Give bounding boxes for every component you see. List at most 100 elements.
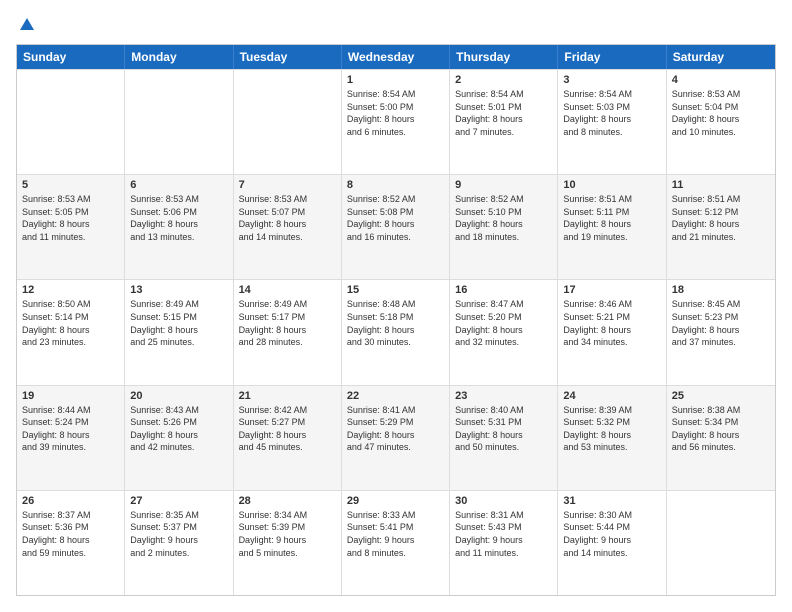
day-number: 15	[347, 284, 444, 296]
cal-cell: 6Sunrise: 8:53 AM Sunset: 5:06 PM Daylig…	[125, 175, 233, 279]
cal-cell: 22 Sunrise: 8:41 AM Sunset: 5:29 PM Dayli…	[342, 386, 450, 490]
header-cell-saturday: Saturday	[667, 45, 775, 69]
day-info: Sunrise: 8:41 AM Sunset: 5:29 PM Dayligh…	[347, 404, 444, 454]
cal-cell: 25 Sunrise: 8:38 AM Sunset: 5:34 PM Dayli…	[667, 386, 775, 490]
day-info: Sunrise: 8:51 AM Sunset: 5:12 PM Dayligh…	[672, 193, 770, 243]
cal-cell: 3 Sunrise: 8:54 AM Sunset: 5:03 PM Daylig…	[558, 70, 666, 174]
day-number: 5	[22, 179, 119, 191]
day-number: 4	[672, 74, 770, 86]
day-info: Sunrise: 8:35 AM Sunset: 5:37 PM Dayligh…	[130, 509, 227, 559]
header-cell-sunday: Sunday	[17, 45, 125, 69]
day-info: Sunrise: 8:54 AM Sunset: 5:00 PM Dayligh…	[347, 88, 444, 138]
cal-cell: 15 Sunrise: 8:48 AM Sunset: 5:18 PM Dayli…	[342, 280, 450, 384]
day-number: 6	[130, 179, 227, 191]
day-number: 16	[455, 284, 552, 296]
cal-cell: 13 Sunrise: 8:49 AM Sunset: 5:15 PM Dayli…	[125, 280, 233, 384]
logo-icon	[18, 16, 36, 34]
cal-cell: 19Sunrise: 8:44 AM Sunset: 5:24 PM Dayli…	[17, 386, 125, 490]
week-row-5: 26 Sunrise: 8:37 AM Sunset: 5:36 PM Dayli…	[17, 490, 775, 595]
week-row-4: 19Sunrise: 8:44 AM Sunset: 5:24 PM Dayli…	[17, 385, 775, 490]
cal-cell: 30 Sunrise: 8:31 AM Sunset: 5:43 PM Dayli…	[450, 491, 558, 595]
cal-cell: 4 Sunrise: 8:53 AM Sunset: 5:04 PM Daylig…	[667, 70, 775, 174]
day-info: Sunrise: 8:31 AM Sunset: 5:43 PM Dayligh…	[455, 509, 552, 559]
day-number: 2	[455, 74, 552, 86]
day-number: 26	[22, 495, 119, 507]
day-number: 13	[130, 284, 227, 296]
day-info: Sunrise: 8:44 AM Sunset: 5:24 PM Dayligh…	[22, 404, 119, 454]
day-number: 22	[347, 390, 444, 402]
day-info: Sunrise: 8:45 AM Sunset: 5:23 PM Dayligh…	[672, 298, 770, 348]
calendar-header: SundayMondayTuesdayWednesdayThursdayFrid…	[17, 45, 775, 69]
cal-cell: 5 Sunrise: 8:53 AM Sunset: 5:05 PM Daylig…	[17, 175, 125, 279]
day-info: Sunrise: 8:48 AM Sunset: 5:18 PM Dayligh…	[347, 298, 444, 348]
day-number: 8	[347, 179, 444, 191]
day-info: Sunrise: 8:52 AM Sunset: 5:10 PM Dayligh…	[455, 193, 552, 243]
day-info: Sunrise: 8:46 AM Sunset: 5:21 PM Dayligh…	[563, 298, 660, 348]
cal-cell	[234, 70, 342, 174]
cal-cell: 27 Sunrise: 8:35 AM Sunset: 5:37 PM Dayli…	[125, 491, 233, 595]
day-info: Sunrise: 8:51 AM Sunset: 5:11 PM Dayligh…	[563, 193, 660, 243]
cal-cell: 2 Sunrise: 8:54 AM Sunset: 5:01 PM Daylig…	[450, 70, 558, 174]
day-info: Sunrise: 8:39 AM Sunset: 5:32 PM Dayligh…	[563, 404, 660, 454]
cal-cell: 24 Sunrise: 8:39 AM Sunset: 5:32 PM Dayli…	[558, 386, 666, 490]
day-number: 20	[130, 390, 227, 402]
day-info: Sunrise: 8:54 AM Sunset: 5:03 PM Dayligh…	[563, 88, 660, 138]
day-number: 14	[239, 284, 336, 296]
week-row-3: 12Sunrise: 8:50 AM Sunset: 5:14 PM Dayli…	[17, 279, 775, 384]
day-number: 27	[130, 495, 227, 507]
day-number: 24	[563, 390, 660, 402]
day-number: 30	[455, 495, 552, 507]
day-number: 12	[22, 284, 119, 296]
day-number: 23	[455, 390, 552, 402]
day-number: 1	[347, 74, 444, 86]
cal-cell: 18 Sunrise: 8:45 AM Sunset: 5:23 PM Dayli…	[667, 280, 775, 384]
header-cell-wednesday: Wednesday	[342, 45, 450, 69]
cal-cell: 7 Sunrise: 8:53 AM Sunset: 5:07 PM Daylig…	[234, 175, 342, 279]
day-info: Sunrise: 8:53 AM Sunset: 5:07 PM Dayligh…	[239, 193, 336, 243]
cal-cell: 16Sunrise: 8:47 AM Sunset: 5:20 PM Dayli…	[450, 280, 558, 384]
cal-cell: 10Sunrise: 8:51 AM Sunset: 5:11 PM Dayli…	[558, 175, 666, 279]
cal-cell: 23 Sunrise: 8:40 AM Sunset: 5:31 PM Dayli…	[450, 386, 558, 490]
cal-cell: 11 Sunrise: 8:51 AM Sunset: 5:12 PM Dayli…	[667, 175, 775, 279]
calendar: SundayMondayTuesdayWednesdayThursdayFrid…	[16, 44, 776, 596]
cal-cell	[17, 70, 125, 174]
cal-cell: 14Sunrise: 8:49 AM Sunset: 5:17 PM Dayli…	[234, 280, 342, 384]
day-number: 29	[347, 495, 444, 507]
calendar-body: 1 Sunrise: 8:54 AM Sunset: 5:00 PM Daylig…	[17, 69, 775, 595]
header	[16, 16, 776, 34]
day-number: 11	[672, 179, 770, 191]
week-row-2: 5 Sunrise: 8:53 AM Sunset: 5:05 PM Daylig…	[17, 174, 775, 279]
header-cell-tuesday: Tuesday	[234, 45, 342, 69]
cal-cell: 28Sunrise: 8:34 AM Sunset: 5:39 PM Dayli…	[234, 491, 342, 595]
day-number: 28	[239, 495, 336, 507]
day-info: Sunrise: 8:40 AM Sunset: 5:31 PM Dayligh…	[455, 404, 552, 454]
day-info: Sunrise: 8:33 AM Sunset: 5:41 PM Dayligh…	[347, 509, 444, 559]
day-number: 9	[455, 179, 552, 191]
page: SundayMondayTuesdayWednesdayThursdayFrid…	[0, 0, 792, 612]
day-number: 18	[672, 284, 770, 296]
cal-cell: 12Sunrise: 8:50 AM Sunset: 5:14 PM Dayli…	[17, 280, 125, 384]
header-cell-thursday: Thursday	[450, 45, 558, 69]
header-cell-monday: Monday	[125, 45, 233, 69]
cal-cell: 26 Sunrise: 8:37 AM Sunset: 5:36 PM Dayli…	[17, 491, 125, 595]
cal-cell: 9 Sunrise: 8:52 AM Sunset: 5:10 PM Daylig…	[450, 175, 558, 279]
day-info: Sunrise: 8:30 AM Sunset: 5:44 PM Dayligh…	[563, 509, 660, 559]
day-info: Sunrise: 8:49 AM Sunset: 5:15 PM Dayligh…	[130, 298, 227, 348]
cal-cell: 1 Sunrise: 8:54 AM Sunset: 5:00 PM Daylig…	[342, 70, 450, 174]
day-number: 7	[239, 179, 336, 191]
day-info: Sunrise: 8:53 AM Sunset: 5:05 PM Dayligh…	[22, 193, 119, 243]
day-number: 21	[239, 390, 336, 402]
day-info: Sunrise: 8:38 AM Sunset: 5:34 PM Dayligh…	[672, 404, 770, 454]
header-cell-friday: Friday	[558, 45, 666, 69]
cal-cell: 31Sunrise: 8:30 AM Sunset: 5:44 PM Dayli…	[558, 491, 666, 595]
day-number: 3	[563, 74, 660, 86]
day-info: Sunrise: 8:37 AM Sunset: 5:36 PM Dayligh…	[22, 509, 119, 559]
day-info: Sunrise: 8:53 AM Sunset: 5:04 PM Dayligh…	[672, 88, 770, 138]
cal-cell: 21Sunrise: 8:42 AM Sunset: 5:27 PM Dayli…	[234, 386, 342, 490]
day-info: Sunrise: 8:54 AM Sunset: 5:01 PM Dayligh…	[455, 88, 552, 138]
cal-cell: 20 Sunrise: 8:43 AM Sunset: 5:26 PM Dayli…	[125, 386, 233, 490]
day-info: Sunrise: 8:43 AM Sunset: 5:26 PM Dayligh…	[130, 404, 227, 454]
day-number: 25	[672, 390, 770, 402]
logo-text	[16, 16, 38, 34]
cal-cell	[125, 70, 233, 174]
